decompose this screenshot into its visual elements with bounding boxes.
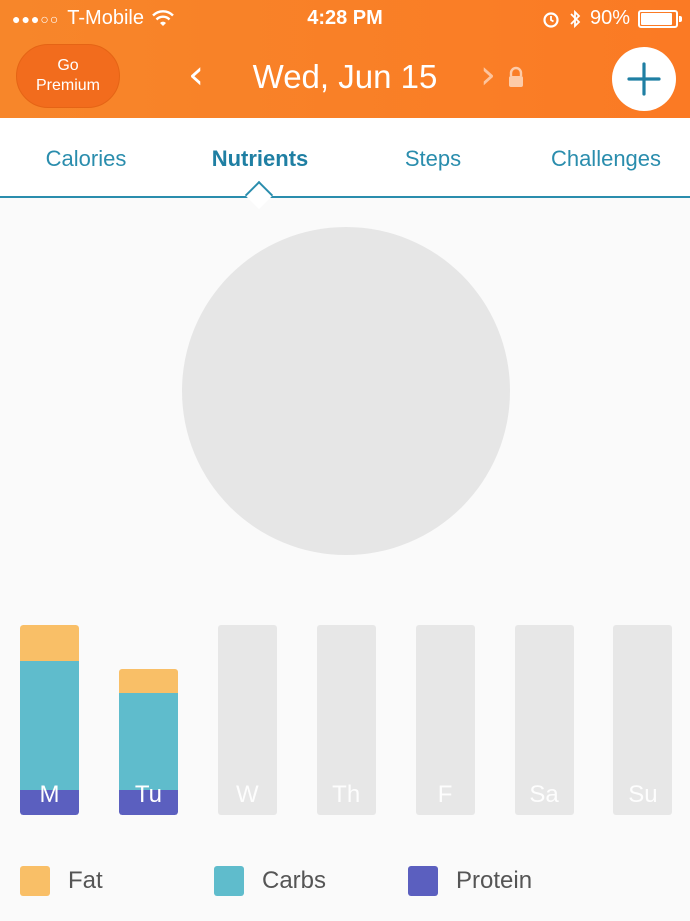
day-label: Tu (134, 781, 162, 808)
bluetooth-icon (570, 9, 581, 28)
bar-segment-fat (20, 625, 79, 662)
battery-icon (638, 9, 682, 28)
day-label: Su (628, 781, 658, 808)
legend-protein: Protein (408, 866, 532, 896)
premium-line2: Premium (35, 77, 100, 94)
alarm-icon (543, 11, 559, 28)
plus-icon (627, 62, 661, 96)
battery-percent: 90% (589, 7, 630, 29)
protein-swatch (408, 866, 438, 896)
bar-segment-fat (118, 668, 178, 694)
nutrient-pie-placeholder (182, 227, 510, 555)
day-label: F (437, 781, 453, 808)
legend-label-protein: Protein (456, 867, 533, 894)
status-right: 90% (542, 7, 682, 30)
app-header: ●●●○○ T-Mobile 4:28 PM 90% Go Premium ‹ … (0, 0, 690, 118)
tab-steps[interactable]: Steps (390, 146, 476, 172)
add-button[interactable] (612, 47, 676, 111)
fat-swatch (20, 866, 50, 896)
tab-challenges[interactable]: Challenges (538, 146, 674, 172)
lock-icon (509, 66, 523, 87)
legend-label-carbs: Carbs (262, 867, 327, 894)
legend-fat: Fat (20, 866, 103, 896)
day-label: Th (332, 781, 361, 808)
premium-line1: Go (57, 57, 79, 74)
status-bar: ●●●○○ T-Mobile 4:28 PM 90% (0, 0, 690, 38)
day-label: Sa (529, 781, 559, 808)
active-tab-indicator (244, 180, 274, 210)
next-day-button[interactable]: › (480, 52, 496, 98)
day-label: M (39, 781, 60, 808)
bar-f[interactable]: F (415, 625, 475, 815)
bar-m[interactable]: M (20, 625, 79, 815)
go-premium-button[interactable]: Go Premium (16, 44, 120, 108)
bar-sa[interactable]: Sa (514, 625, 574, 815)
tab-nutrients[interactable]: Nutrients (196, 146, 324, 172)
bar-w[interactable]: W (217, 625, 277, 815)
legend-label-fat: Fat (68, 867, 103, 894)
legend-carbs: Carbs (214, 866, 326, 896)
battery-level (641, 12, 672, 25)
bar-th[interactable]: Th (316, 625, 376, 815)
day-label: W (235, 781, 259, 808)
bar-su[interactable]: Su (613, 625, 673, 815)
bar-tu[interactable]: Tu (118, 625, 178, 815)
tab-calories[interactable]: Calories (30, 146, 142, 172)
date-title: Wed, Jun 15 (252, 58, 438, 95)
prev-day-button[interactable]: ‹ (188, 52, 204, 98)
carbs-swatch (214, 866, 244, 896)
tab-bar: Calories Nutrients Steps Challenges (0, 118, 690, 210)
bar-segment-carbs (118, 693, 178, 791)
bar-segment-carbs (20, 661, 79, 791)
